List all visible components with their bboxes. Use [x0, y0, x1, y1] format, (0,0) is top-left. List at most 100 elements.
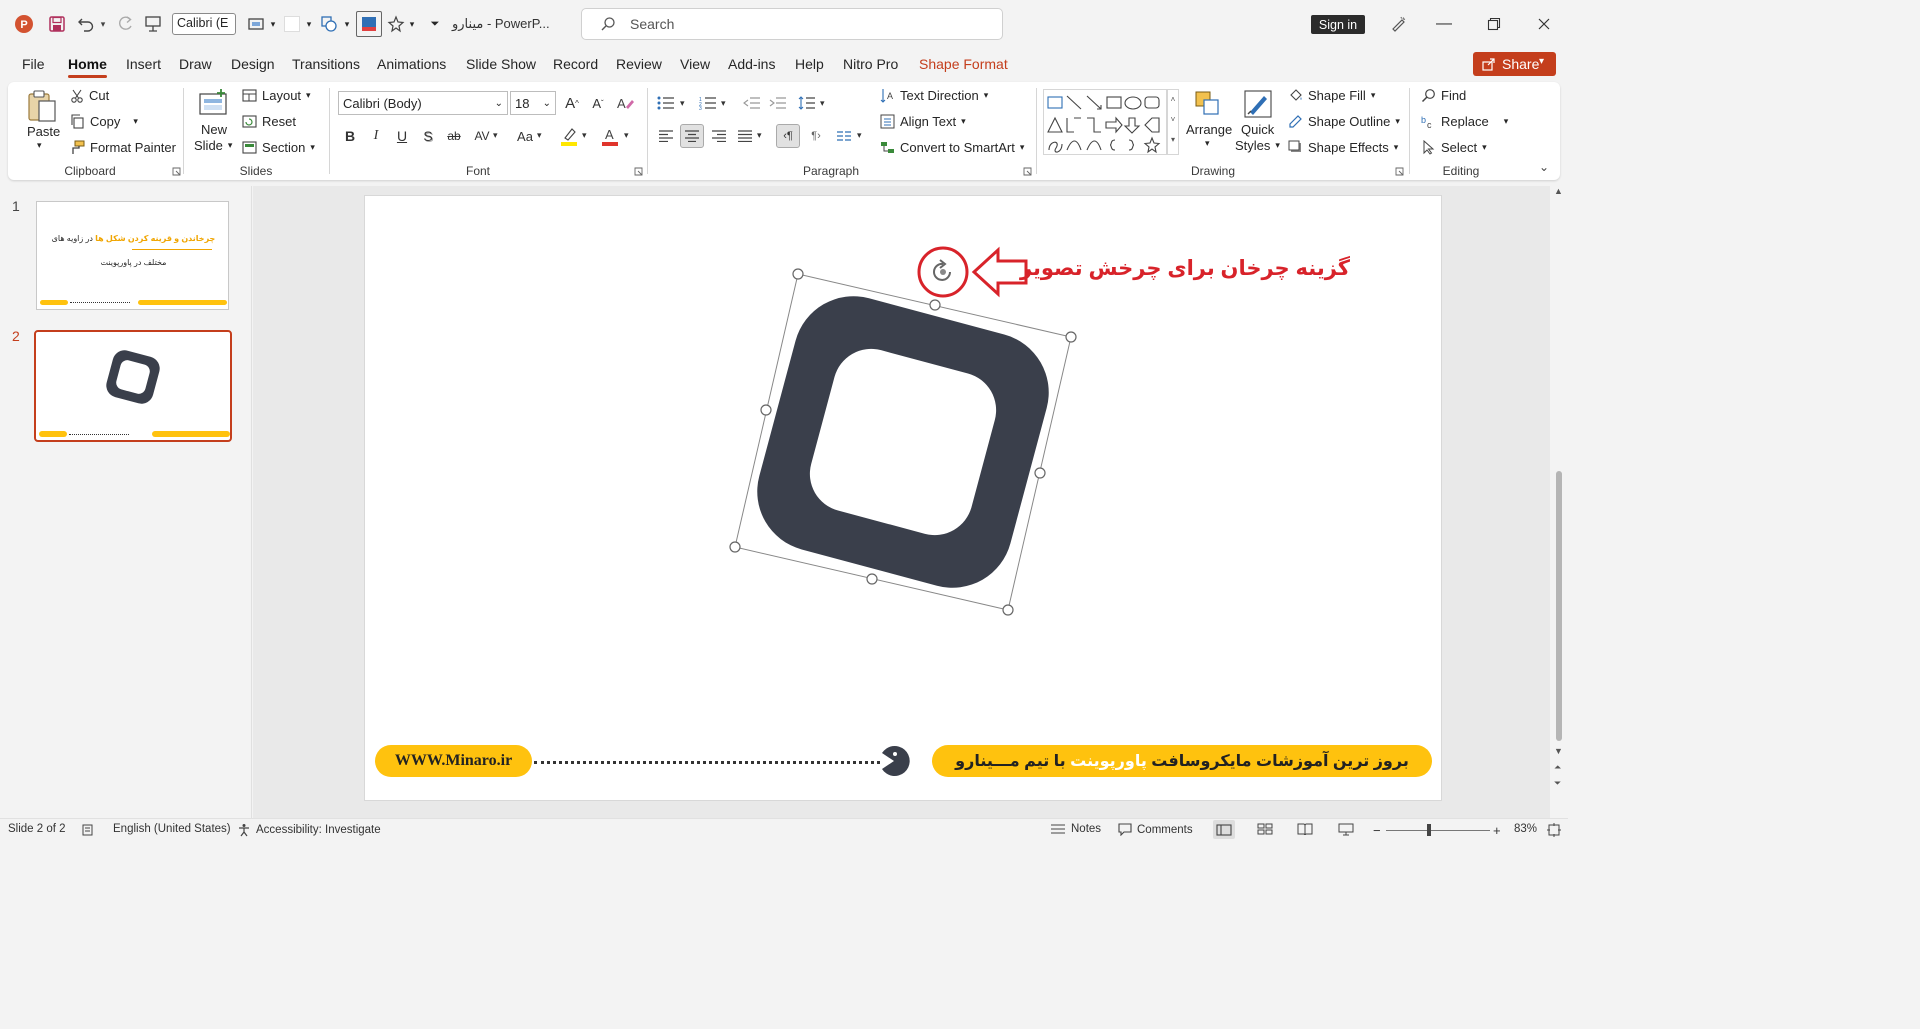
save-icon[interactable] [46, 12, 68, 36]
line-spacing-icon[interactable] [797, 94, 817, 112]
quick-styles-label-2[interactable]: Styles ▾ [1235, 138, 1280, 153]
paste-icon[interactable] [22, 86, 62, 126]
scroll-thumb[interactable] [1556, 471, 1562, 741]
next-slide-icon[interactable]: ⏷ [1554, 778, 1561, 789]
increase-indent-icon[interactable] [768, 94, 788, 112]
resize-handle[interactable] [1034, 467, 1046, 479]
shape-effects-button[interactable]: Shape Effects ▾ [1288, 140, 1398, 155]
align-left-icon[interactable] [656, 127, 676, 145]
italic-icon[interactable]: I [367, 127, 385, 145]
share-button[interactable]: Share ▾ [1473, 52, 1556, 76]
shape-fill-qat-icon[interactable] [356, 11, 382, 37]
comments-button[interactable]: Comments [1118, 823, 1193, 836]
numbering-icon[interactable]: 123 [698, 94, 718, 112]
convert-smartart-button[interactable]: Convert to SmartArt ▾ [880, 140, 1024, 155]
columns-dropdown-icon[interactable]: ▾ [857, 130, 862, 141]
redo-icon[interactable] [114, 12, 136, 36]
zoom-in-icon[interactable]: + [1493, 823, 1501, 838]
close-icon[interactable] [1532, 12, 1556, 36]
resize-handle[interactable] [760, 404, 772, 416]
tab-file[interactable]: File [22, 56, 45, 72]
search-box[interactable]: Search [581, 8, 1003, 40]
paragraph-launcher-icon[interactable] [1023, 167, 1032, 176]
numbering-dropdown-icon[interactable]: ▾ [721, 98, 726, 109]
columns-icon[interactable] [834, 127, 854, 145]
align-right-icon[interactable] [709, 127, 729, 145]
format-painter-button[interactable]: Format Painter [70, 140, 176, 155]
tab-record[interactable]: Record [553, 56, 598, 72]
zoom-out-icon[interactable]: − [1373, 823, 1381, 838]
decrease-indent-icon[interactable] [742, 94, 762, 112]
vertical-scrollbar[interactable]: ▲ ▼ ⏶ ⏷ [1551, 186, 1568, 818]
slide-thumbnail-1[interactable]: چرخاندن و قرینه کردن شکل ها در زاویه های… [36, 201, 229, 310]
previous-slide-icon[interactable]: ⏶ [1554, 762, 1561, 773]
dropdown-icon[interactable]: ▾ [268, 12, 278, 36]
restore-icon[interactable] [1482, 12, 1506, 36]
dropdown-icon[interactable]: ▾ [407, 12, 417, 36]
font-size-box[interactable]: 18 ⌄ [510, 91, 556, 115]
arrange-dropdown-icon[interactable]: ▾ [1205, 138, 1210, 149]
select-button[interactable]: Select ▾ [1421, 140, 1487, 155]
scroll-down-icon[interactable]: ▼ [1554, 746, 1563, 756]
highlight-dropdown-icon[interactable]: ▾ [582, 130, 587, 141]
undo-dropdown-icon[interactable]: ▾ [98, 12, 108, 36]
character-spacing-dropdown-icon[interactable]: ▾ [493, 130, 498, 141]
copy-dropdown-icon[interactable]: ▾ [133, 116, 138, 127]
zoom-slider-track[interactable] [1386, 830, 1490, 831]
customize-qat-icon[interactable]: ⏷ [428, 12, 442, 36]
shapes-qat-icon[interactable] [318, 12, 340, 36]
bold-icon[interactable]: B [341, 127, 359, 145]
tab-design[interactable]: Design [231, 56, 275, 72]
slide-sorter-icon[interactable] [1257, 823, 1273, 835]
zoom-slider-thumb[interactable] [1427, 824, 1431, 836]
spelling-icon[interactable] [81, 823, 95, 837]
replace-button[interactable]: bc Replace ▾ [1421, 114, 1508, 129]
designer-pen-icon[interactable] [1386, 12, 1410, 36]
slide-show-icon[interactable] [1338, 823, 1354, 836]
tab-animations[interactable]: Animations [377, 56, 446, 72]
quick-styles-icon[interactable] [1240, 86, 1276, 122]
new-slide-qat-icon[interactable] [245, 12, 267, 36]
line-spacing-dropdown-icon[interactable]: ▾ [820, 98, 825, 109]
slide-thumbnail-2[interactable] [34, 330, 232, 442]
share-dropdown-icon[interactable]: ▾ [1539, 56, 1544, 67]
font-color-icon[interactable]: A [599, 125, 621, 147]
clear-formatting-icon[interactable]: A [614, 93, 636, 113]
copy-button[interactable]: Copy ▾ [70, 114, 138, 129]
justify-dropdown-icon[interactable]: ▾ [757, 130, 762, 141]
minimize-icon[interactable]: — [1432, 12, 1456, 36]
resize-handle[interactable] [1002, 604, 1014, 616]
scroll-up-icon[interactable]: ▲ [1554, 186, 1563, 196]
change-case-dropdown-icon[interactable]: ▾ [537, 130, 542, 141]
arrange-label[interactable]: Arrange [1186, 122, 1232, 137]
find-button[interactable]: Find [1421, 88, 1466, 103]
new-slide-label-2[interactable]: Slide ▾ [194, 138, 232, 153]
character-spacing-icon[interactable]: AV [471, 127, 493, 145]
bullets-icon[interactable] [656, 94, 676, 112]
text-shadow-icon[interactable]: S [419, 127, 437, 145]
reset-button[interactable]: Reset [242, 114, 296, 129]
tab-shape-format[interactable]: Shape Format [919, 56, 1008, 72]
effects-qat-icon[interactable] [385, 12, 407, 36]
quick-styles-label-1[interactable]: Quick [1241, 122, 1274, 137]
tab-help[interactable]: Help [795, 56, 824, 72]
tab-slide-show[interactable]: Slide Show [466, 56, 536, 72]
decrease-font-size-icon[interactable]: Aˇ [588, 93, 608, 113]
arrange-icon[interactable] [1190, 86, 1226, 122]
notes-button[interactable]: Notes [1050, 823, 1101, 835]
tab-draw[interactable]: Draw [179, 56, 212, 72]
font-launcher-icon[interactable] [634, 167, 643, 176]
selected-frame-shape[interactable] [720, 255, 1090, 625]
tab-home[interactable]: Home [68, 56, 107, 72]
left-to-right-icon[interactable]: ¶› [806, 127, 826, 145]
resize-handle[interactable] [1065, 331, 1077, 343]
zoom-level[interactable]: 83% [1514, 823, 1537, 835]
fit-to-window-icon[interactable] [1547, 823, 1561, 837]
resize-handle[interactable] [729, 541, 741, 553]
drawing-launcher-icon[interactable] [1395, 167, 1404, 176]
new-slide-icon[interactable] [195, 86, 231, 122]
presenter-icon[interactable] [142, 12, 164, 36]
new-slide-label-1[interactable]: New [201, 122, 227, 137]
justify-icon[interactable] [735, 127, 755, 145]
underline-icon[interactable]: U [393, 127, 411, 145]
